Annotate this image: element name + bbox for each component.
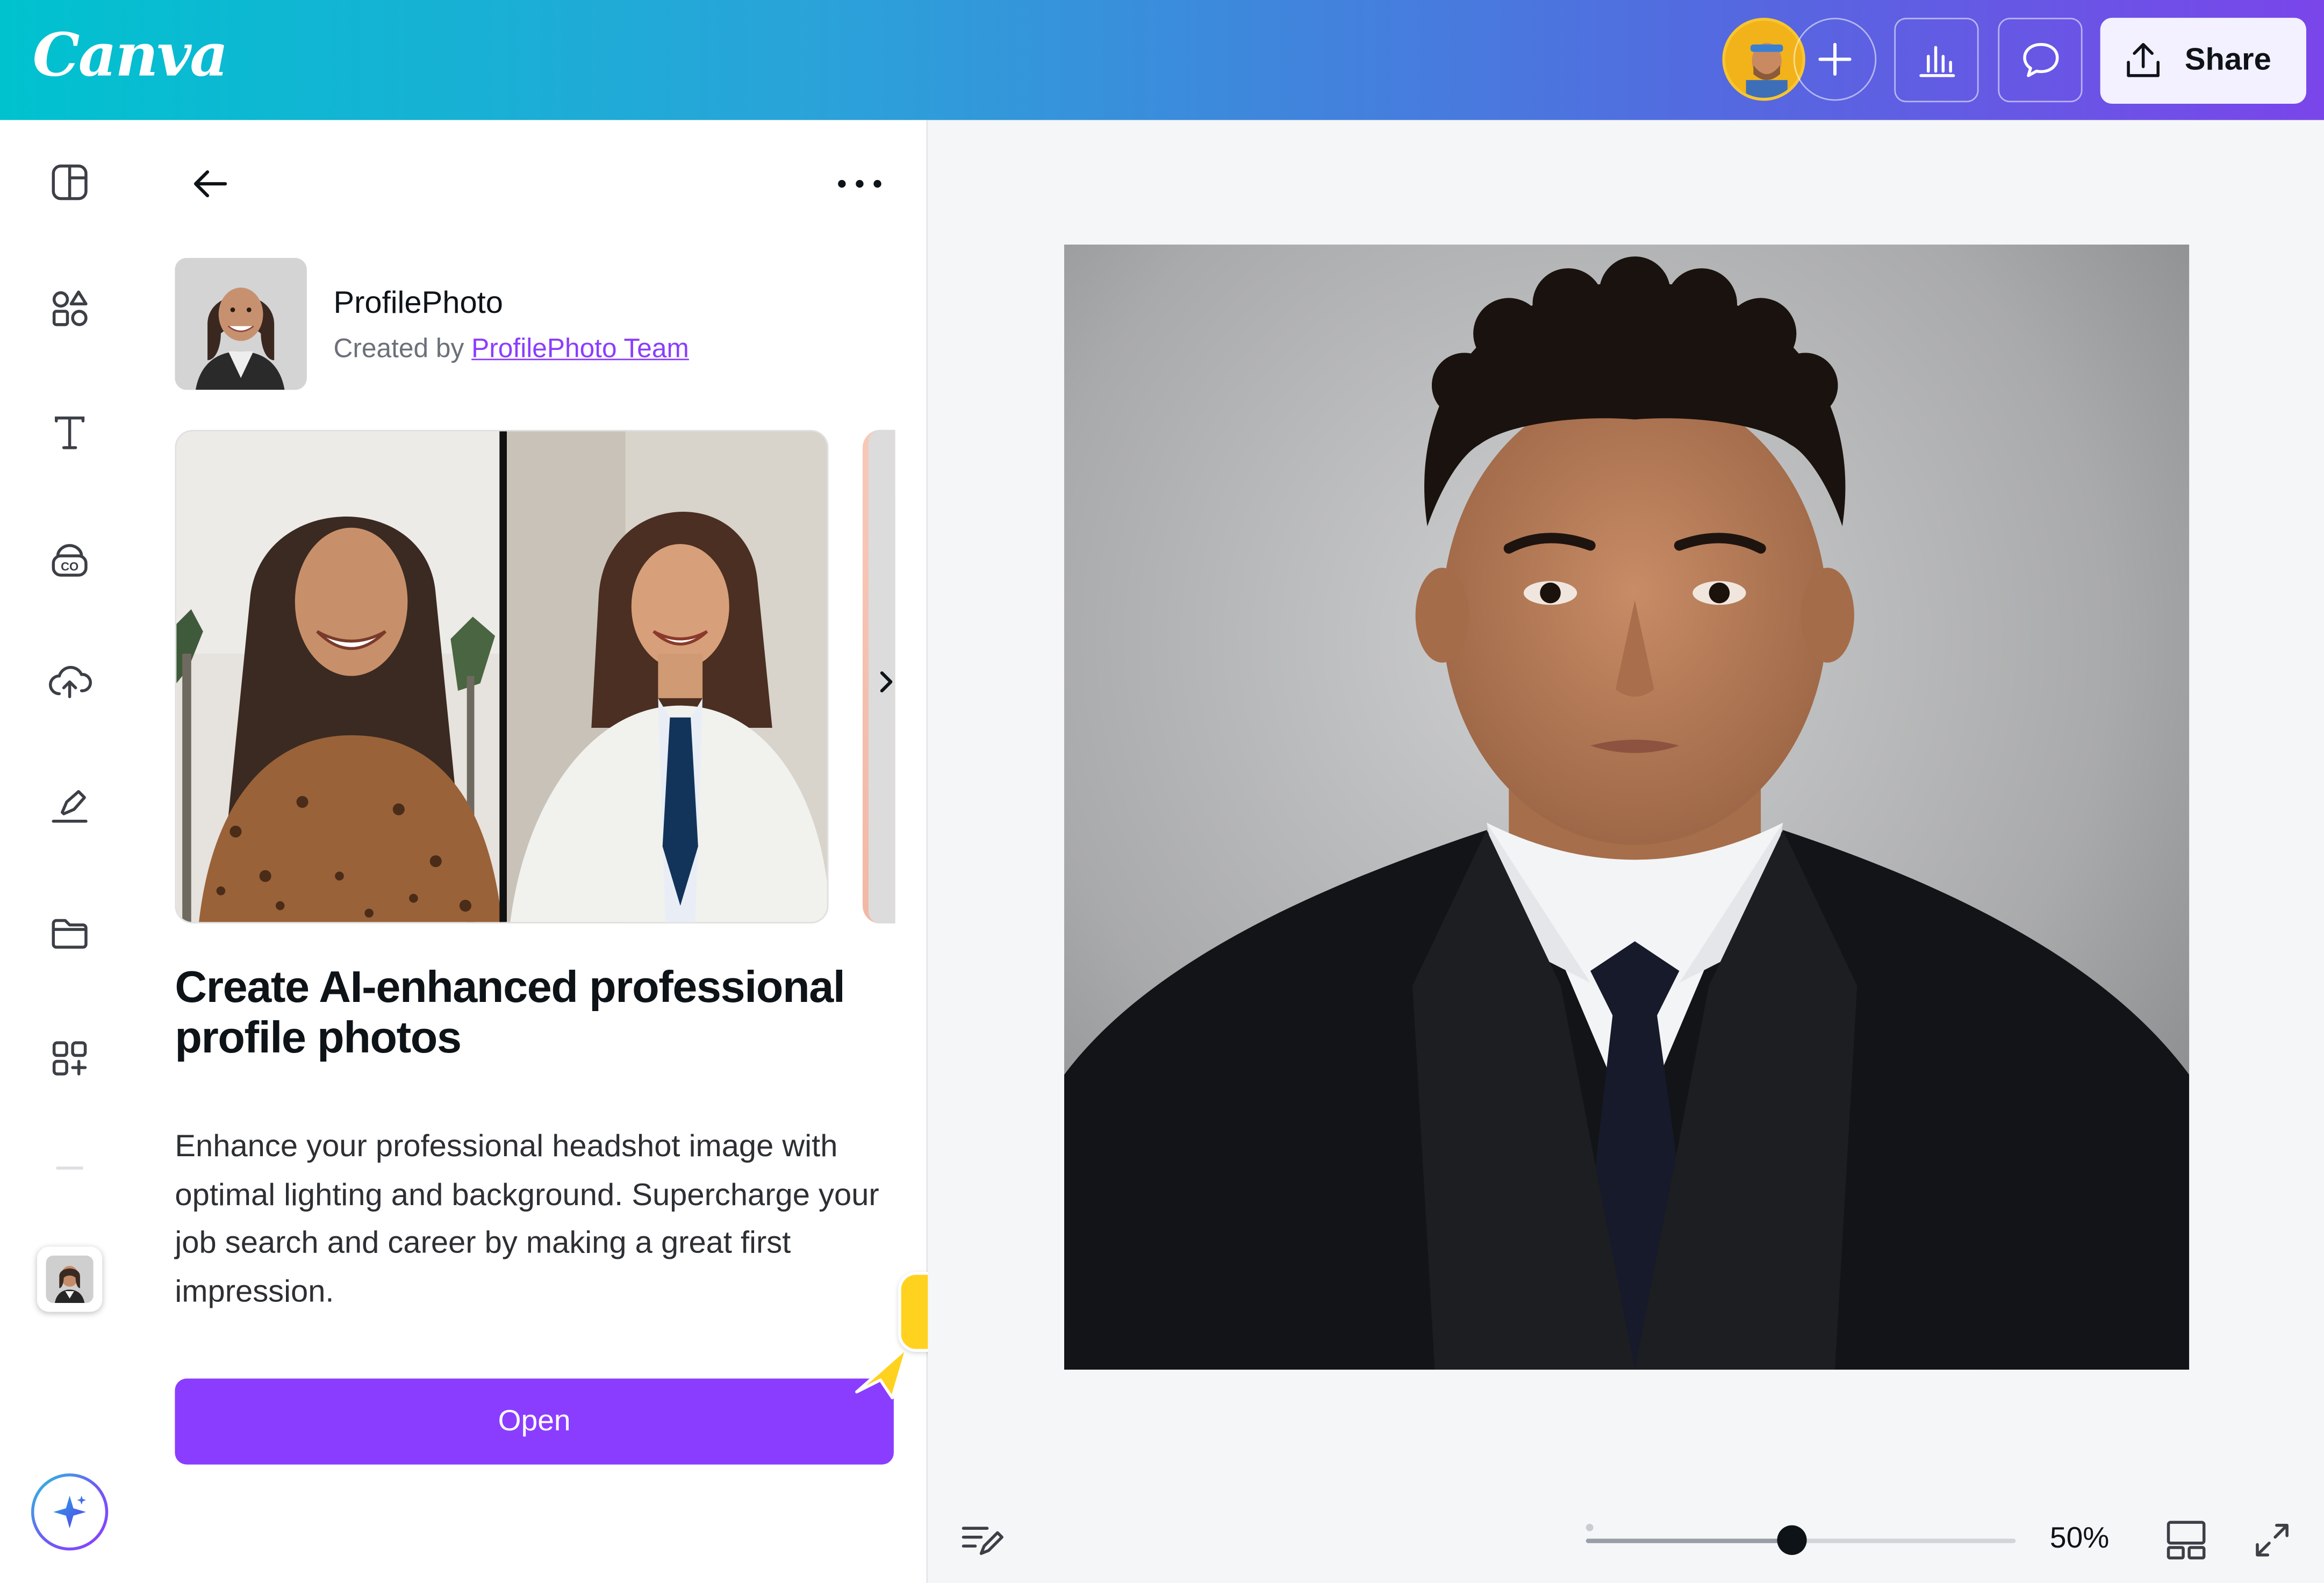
sparkle-icon [53,1495,86,1529]
analytics-button[interactable] [1894,18,1979,103]
text-icon[interactable] [47,411,92,455]
fullscreen-icon[interactable] [2251,1520,2293,1568]
analytics-icon [1918,45,1955,77]
canva-logo[interactable]: Canva [33,21,228,91]
chevron-right-icon[interactable] [872,664,901,699]
app-name: ProfilePhoto [333,286,503,320]
elements-icon[interactable] [47,286,92,331]
apps-icon[interactable] [47,1036,92,1081]
magic-assistant-button[interactable] [31,1473,109,1551]
notes-icon[interactable] [960,1521,1005,1566]
nav-divider [56,1166,83,1170]
comment-button[interactable] [1998,18,2083,103]
plus-icon [1818,42,1852,76]
preview-carousel[interactable] [175,429,829,924]
app-creator: Created by ProfilePhoto Team [333,333,688,364]
zoom-min-marker [1586,1523,1594,1531]
add-collaborator-button[interactable] [1793,18,1877,101]
share-label: Share [2184,42,2271,77]
created-by-prefix: Created by [333,333,464,363]
app-icon [175,257,307,390]
share-upload-icon [2127,42,2160,77]
profilephoto-app-shortcut[interactable] [37,1247,103,1312]
top-bar: Canva Share [0,0,2324,120]
collaborator-cursor-icon [855,1345,909,1400]
zoom-percentage[interactable]: 50% [2050,1522,2109,1556]
projects-folder-icon[interactable] [47,910,92,955]
user-avatar[interactable] [1722,18,1805,101]
uploads-icon[interactable] [47,660,92,704]
share-button[interactable]: Share [2100,18,2306,104]
canvas-headshot-image[interactable] [1064,245,2190,1370]
app-headline: Create AI-enhanced professional profile … [175,963,845,1063]
open-button[interactable]: Open [175,1378,894,1465]
page-view-icon[interactable] [2164,1518,2208,1570]
brand-icon[interactable]: CO [47,538,92,583]
design-panel-icon[interactable] [47,160,92,205]
svg-text:CO: CO [61,560,78,574]
comment-icon [2022,42,2058,77]
more-options-icon[interactable] [833,166,886,202]
creator-link[interactable]: ProfilePhoto Team [471,333,689,363]
back-arrow-icon[interactable] [190,163,231,204]
side-nav [0,120,142,1583]
app-description: Enhance your professional headshot image… [175,1129,879,1308]
draw-icon[interactable] [47,784,92,829]
